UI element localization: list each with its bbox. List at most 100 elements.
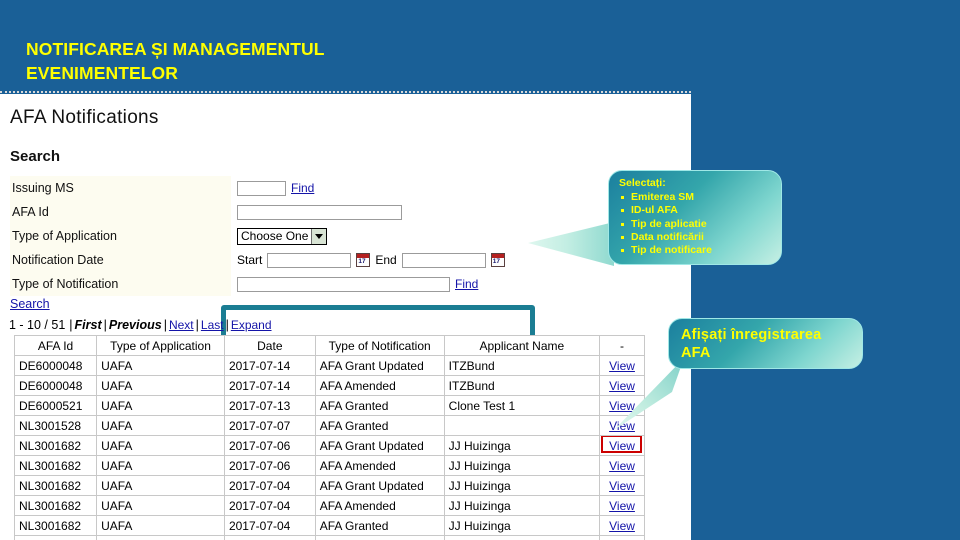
pagination-previous: Previous xyxy=(108,318,162,332)
pagination-separator-4: | xyxy=(195,318,199,332)
cell-afa-id: DE6000048 xyxy=(13,355,98,376)
cell-afa-id: NL3001080 xyxy=(13,535,98,540)
cell-date: 2017-07-06 xyxy=(223,455,316,476)
pagination-last[interactable]: Last xyxy=(201,318,224,332)
chevron-down-icon[interactable] xyxy=(311,228,327,244)
callout-view-text: Afișați înregistrarea AFA xyxy=(681,327,822,361)
column-header-type-of-notification[interactable]: Type of Notification xyxy=(314,335,445,356)
results-table-head: AFA Id Type of Application Date Type of … xyxy=(13,335,645,356)
cell-applicant-name: JJ Huizinga xyxy=(443,435,601,456)
table-row: NL3001682 UAFA 2017-07-06 AFA Amended JJ Hui… xyxy=(13,455,645,476)
label-notification-date: Notification Date xyxy=(10,248,231,272)
pagination-expand[interactable]: Expand xyxy=(231,318,272,332)
cell-date: 2017-07-14 xyxy=(223,355,316,376)
cell-afa-id: NL3001682 xyxy=(13,495,98,516)
callout-select-item: ID-ul AFA xyxy=(621,204,771,217)
cell-afa-id: NL3001682 xyxy=(13,515,98,536)
form-row-issuing-ms: Issuing MS Find xyxy=(10,176,529,200)
view-link-cell: View xyxy=(599,475,645,496)
callout-select-item: Emiterea SM xyxy=(621,191,771,204)
afa-id-input[interactable] xyxy=(237,204,402,220)
calendar-icon-end[interactable] xyxy=(490,253,505,267)
label-issuing-ms: Issuing MS xyxy=(10,176,231,200)
table-row: DE6000048 UAFA 2017-07-14 AFA Amended ITZBun… xyxy=(13,375,645,396)
field-afa-id xyxy=(231,200,529,224)
cell-type-of-application: UAFA xyxy=(96,475,225,496)
cell-afa-id: NL3001682 xyxy=(13,475,98,496)
cell-type-of-application: UAFA xyxy=(96,495,225,516)
notification-date-start-input[interactable] xyxy=(267,252,352,268)
cell-applicant-name: ITZBund xyxy=(443,355,601,376)
type-of-notification-find-link[interactable]: Find xyxy=(455,277,478,291)
cell-type-of-application: UAFA xyxy=(96,535,225,540)
view-link[interactable]: View xyxy=(609,459,635,473)
calendar-icon-start[interactable] xyxy=(356,253,371,267)
notification-date-end-input[interactable] xyxy=(401,252,486,268)
cell-date: 2017-07-14 xyxy=(223,375,316,396)
view-link-cell: View xyxy=(599,355,645,376)
view-link-cell: View xyxy=(599,495,645,516)
view-link[interactable]: View xyxy=(609,439,635,453)
pagination-separator-1: | xyxy=(69,318,73,332)
label-end: End xyxy=(375,253,397,267)
cell-type-of-notification: AFA Grant Updated xyxy=(314,435,445,456)
results-table-body: DE6000048 UAFA 2017-07-14 AFA Grant Updated… xyxy=(13,355,645,540)
table-row: NL3001682 UAFA 2017-07-06 AFA Grant Updated… xyxy=(13,435,645,456)
callout-select-item: Data notificării xyxy=(621,231,771,244)
view-link[interactable]: View xyxy=(609,359,635,373)
cell-type-of-application: UAFA xyxy=(96,355,225,376)
search-submit-link[interactable]: Search xyxy=(10,297,50,311)
cell-afa-id: NL3001682 xyxy=(13,455,98,476)
type-of-application-select[interactable]: Choose One xyxy=(237,227,328,245)
view-link[interactable]: View xyxy=(609,379,635,393)
cell-date: 2017-07-04 xyxy=(223,475,316,496)
label-type-of-application: Type of Application xyxy=(10,224,231,248)
table-header-row: AFA Id Type of Application Date Type of … xyxy=(13,335,645,356)
cell-type-of-notification: AFA Granted xyxy=(314,415,445,436)
pagination-first: First xyxy=(74,318,102,332)
cell-date: 2017-07-04 xyxy=(223,515,316,536)
results-table: AFA Id Type of Application Date Type of … xyxy=(13,335,645,540)
column-header-date[interactable]: Date xyxy=(223,335,316,356)
callout-select-fields: Selectați: Emiterea SM ID-ul AFA Tip de ap… xyxy=(608,170,782,265)
cell-type-of-notification: AFA Granted xyxy=(314,395,445,416)
type-of-notification-input[interactable] xyxy=(237,276,450,292)
view-link-cell: View xyxy=(599,515,645,536)
form-row-notification-date: Notification Date Start End xyxy=(10,248,529,272)
cell-applicant-name: JJ Huizinga xyxy=(443,455,601,476)
pagination-range: 1 - 10 / 51 xyxy=(9,318,66,332)
cell-type-of-application: UAFA xyxy=(96,395,225,416)
view-link[interactable]: View xyxy=(609,419,635,433)
cell-type-of-notification: AFA Revoked xyxy=(314,535,445,540)
issuing-ms-find-link[interactable]: Find xyxy=(291,181,314,195)
cell-type-of-application: UAFA xyxy=(96,435,225,456)
column-header-afa-id[interactable]: AFA Id xyxy=(13,335,98,356)
view-link[interactable]: View xyxy=(609,519,635,533)
callout-view-record: Afișați înregistrarea AFA xyxy=(668,318,863,369)
column-header-type-of-application[interactable]: Type of Application xyxy=(96,335,225,356)
cell-applicant-name: peter test afa recoke 2 xyxy=(443,535,601,540)
cell-applicant-name: JJ Huizinga xyxy=(443,475,601,496)
cell-applicant-name: JJ Huizinga xyxy=(443,515,601,536)
pagination-bar: 1 - 10 / 51 | First | Previous | Next | Last | Exp… xyxy=(9,318,272,332)
issuing-ms-input[interactable] xyxy=(237,180,286,196)
field-issuing-ms: Find xyxy=(231,176,529,200)
slide-title: NOTIFICAREA ȘI MANAGEMENTUL EVENIMENTELO… xyxy=(26,39,325,83)
view-link-cell: View xyxy=(599,375,645,396)
view-link[interactable]: View xyxy=(609,399,635,413)
cell-type-of-notification: AFA Amended xyxy=(314,455,445,476)
column-header-applicant-name[interactable]: Applicant Name xyxy=(443,335,601,356)
form-row-type-of-application: Type of Application Choose One xyxy=(10,224,529,248)
pagination-separator-5: | xyxy=(225,318,229,332)
view-link[interactable]: View xyxy=(609,479,635,493)
view-link[interactable]: View xyxy=(609,499,635,513)
cell-type-of-notification: AFA Grant Updated xyxy=(314,355,445,376)
cell-date: 2017-07-03 xyxy=(223,535,316,540)
view-link-cell: View xyxy=(599,395,645,416)
cell-afa-id: DE6000048 xyxy=(13,375,98,396)
form-row-type-of-notification: Type of Notification Find xyxy=(10,272,529,296)
cell-type-of-application: UAFA xyxy=(96,515,225,536)
table-row: NL3001682 UAFA 2017-07-04 AFA Amended JJ Hui… xyxy=(13,495,645,516)
pagination-next[interactable]: Next xyxy=(169,318,194,332)
type-of-application-selected-value: Choose One xyxy=(241,228,309,243)
